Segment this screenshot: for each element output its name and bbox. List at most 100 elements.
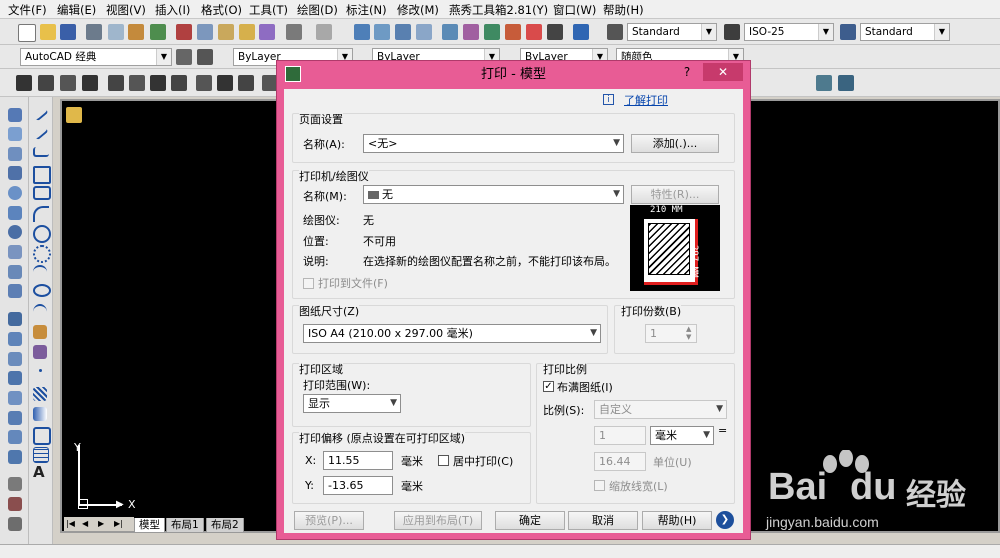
arc-icon[interactable] xyxy=(33,206,49,222)
intersect-icon[interactable] xyxy=(8,450,22,464)
zoom-previous-icon[interactable] xyxy=(416,24,432,40)
tab-layout1[interactable]: 布局1 xyxy=(166,518,204,533)
pyramid-icon[interactable] xyxy=(8,245,22,259)
properties-icon[interactable] xyxy=(442,24,458,40)
ok-button[interactable]: 确定 xyxy=(495,511,565,530)
print-range-select[interactable]: 显示 ▼ xyxy=(303,394,401,413)
circle-icon[interactable] xyxy=(33,225,51,243)
menu-file[interactable]: 文件(F) xyxy=(8,2,47,18)
learn-printing-link[interactable]: 了解打印 xyxy=(624,92,668,108)
rectangle-icon[interactable] xyxy=(33,186,51,200)
radius-dim-icon[interactable] xyxy=(108,75,124,91)
print-icon[interactable] xyxy=(86,24,102,40)
3d-align-icon[interactable] xyxy=(8,517,22,531)
menu-yanxiu[interactable]: 燕秀工具箱2.81(Y) xyxy=(449,2,548,18)
continue-dim-icon[interactable] xyxy=(238,75,254,91)
line-icon[interactable] xyxy=(31,104,49,122)
dim-edit-icon[interactable] xyxy=(838,75,854,91)
3d-dwf-icon[interactable] xyxy=(150,24,166,40)
next-tab-icon[interactable]: ▶ xyxy=(98,519,104,528)
planar-surface-icon[interactable] xyxy=(8,284,22,298)
3d-move-icon[interactable] xyxy=(8,477,22,491)
copy-icon[interactable] xyxy=(197,24,213,40)
offset-x-input[interactable]: 11.55 xyxy=(323,451,393,470)
first-tab-icon[interactable]: |◀ xyxy=(66,519,75,528)
gradient-icon[interactable] xyxy=(33,407,47,421)
menu-modify[interactable]: 修改(M) xyxy=(397,2,439,18)
menu-window[interactable]: 窗口(W) xyxy=(553,2,596,18)
more-options-icon[interactable]: ❯ xyxy=(716,511,734,529)
new-file-icon[interactable] xyxy=(18,24,36,42)
ellipse-arc-icon[interactable] xyxy=(33,304,47,320)
text-style-select[interactable]: Standard ▼ xyxy=(627,23,717,41)
table-icon[interactable] xyxy=(33,447,49,463)
make-block-icon[interactable] xyxy=(33,345,47,359)
paper-size-select[interactable]: ISO A4 (210.00 x 297.00 毫米) ▼ xyxy=(303,324,601,343)
tool-palettes-icon[interactable] xyxy=(484,24,500,40)
dim-update-icon[interactable] xyxy=(816,75,832,91)
construction-line-icon[interactable] xyxy=(31,123,49,141)
open-folder-icon[interactable] xyxy=(40,24,56,40)
sphere-icon[interactable] xyxy=(8,186,22,200)
sweep-icon[interactable] xyxy=(8,352,22,366)
undo-icon[interactable] xyxy=(286,24,302,40)
revision-cloud-icon[interactable] xyxy=(33,245,51,263)
menu-dimension[interactable]: 标注(N) xyxy=(346,2,387,18)
menu-format[interactable]: 格式(O) xyxy=(201,2,242,18)
diameter-dim-icon[interactable] xyxy=(150,75,166,91)
subtract-icon[interactable] xyxy=(8,430,22,444)
print-to-file-checkbox[interactable] xyxy=(303,278,314,289)
scale-lineweights-checkbox[interactable] xyxy=(594,480,605,491)
tab-model[interactable]: 模型 xyxy=(134,518,165,533)
loft-icon[interactable] xyxy=(8,391,22,405)
match-properties-icon[interactable] xyxy=(239,24,255,40)
menu-edit[interactable]: 编辑(E) xyxy=(57,2,96,18)
extrude-icon[interactable] xyxy=(8,312,22,326)
prev-tab-icon[interactable]: ◀ xyxy=(82,519,88,528)
calculator-icon[interactable] xyxy=(547,24,563,40)
layer-manager-icon[interactable] xyxy=(197,49,213,65)
revolve-icon[interactable] xyxy=(8,371,22,385)
printer-properties-button[interactable]: 特性(R)... xyxy=(631,185,719,204)
design-center-icon[interactable] xyxy=(463,24,479,40)
block-editor-icon[interactable] xyxy=(259,24,275,40)
command-line[interactable] xyxy=(0,544,1000,558)
table-style-select[interactable]: Standard ▼ xyxy=(860,23,950,41)
publish-icon[interactable] xyxy=(128,24,144,40)
printer-name-select[interactable]: 无 ▼ xyxy=(363,185,624,204)
cylinder-icon[interactable] xyxy=(8,206,22,220)
scale-select[interactable]: 自定义 ▼ xyxy=(594,400,727,419)
help-title-button[interactable]: ? xyxy=(677,63,697,81)
jogged-dim-icon[interactable] xyxy=(129,75,145,91)
tab-layout2[interactable]: 布局2 xyxy=(206,518,244,533)
center-plot-checkbox[interactable] xyxy=(438,455,449,466)
save-icon[interactable] xyxy=(60,24,76,40)
polygon-icon[interactable] xyxy=(33,166,51,184)
insert-block-icon[interactable] xyxy=(33,325,47,339)
cut-icon[interactable] xyxy=(176,24,192,40)
presspull-icon[interactable] xyxy=(8,332,22,346)
torus-icon[interactable] xyxy=(8,225,22,239)
last-tab-icon[interactable]: ▶| xyxy=(114,519,123,528)
polyline-icon[interactable] xyxy=(33,147,49,157)
box-icon[interactable] xyxy=(8,127,22,141)
linear-dim-icon[interactable] xyxy=(16,75,32,91)
baseline-dim-icon[interactable] xyxy=(217,75,233,91)
arc-length-icon[interactable] xyxy=(60,75,76,91)
point-icon[interactable] xyxy=(39,369,42,372)
region-icon[interactable] xyxy=(33,427,51,445)
3d-rotate-icon[interactable] xyxy=(8,497,22,511)
close-button[interactable]: ✕ xyxy=(703,63,743,81)
workspace-select[interactable]: AutoCAD 经典 ▼ xyxy=(20,48,172,66)
workspace-settings-icon[interactable] xyxy=(176,49,192,65)
zoom-window-icon[interactable] xyxy=(395,24,411,40)
aligned-dim-icon[interactable] xyxy=(38,75,54,91)
angular-dim-icon[interactable] xyxy=(171,75,187,91)
quick-dim-icon[interactable] xyxy=(196,75,212,91)
scale-numerator-input[interactable]: 1 xyxy=(594,426,646,445)
multiline-text-icon[interactable]: A xyxy=(33,463,45,481)
offset-y-input[interactable]: -13.65 xyxy=(323,476,393,495)
help-icon[interactable] xyxy=(573,24,589,40)
page-setup-name-select[interactable]: <无> ▼ xyxy=(363,134,624,153)
hatch-icon[interactable] xyxy=(33,387,47,401)
